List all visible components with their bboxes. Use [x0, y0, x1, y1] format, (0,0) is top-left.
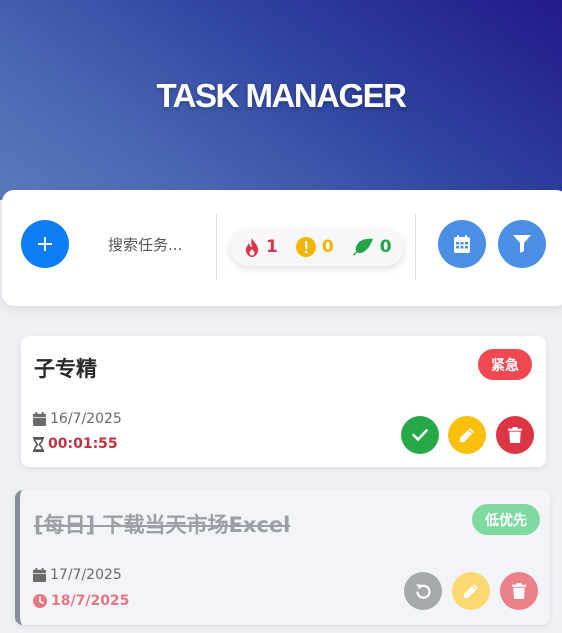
urgent-count-value: 1 — [266, 237, 278, 257]
edit-button[interactable] — [452, 572, 490, 610]
task-card[interactable]: 子专精 紧急 16/7/2025 00:01:55 — [21, 336, 546, 467]
divider — [216, 214, 217, 280]
task-timer-value: 00:01:55 — [48, 436, 118, 452]
edit-button[interactable] — [448, 416, 486, 454]
medium-count-value: 0 — [321, 237, 334, 257]
exclamation-circle-icon — [295, 237, 316, 257]
clock-icon — [33, 594, 47, 608]
task-date-value: 17/7/2025 — [50, 567, 122, 583]
delete-button[interactable] — [500, 572, 538, 610]
filter-button[interactable] — [498, 220, 546, 268]
check-icon — [412, 429, 428, 441]
delete-button[interactable] — [496, 416, 534, 454]
calendar-button[interactable] — [438, 220, 486, 268]
task-due-value: 18/7/2025 — [51, 593, 130, 609]
calendar-icon — [33, 412, 46, 426]
undo-icon — [416, 584, 431, 599]
fire-icon — [246, 237, 258, 257]
search-input[interactable] — [108, 234, 190, 256]
priority-badge: 低优先 — [472, 504, 540, 535]
trash-icon — [512, 583, 526, 599]
priority-badge: 紧急 — [478, 349, 532, 380]
calendar-icon — [33, 568, 46, 582]
urgent-count: 1 — [244, 237, 278, 257]
low-count-value: 0 — [379, 237, 392, 257]
hourglass-icon — [33, 436, 44, 452]
task-title: [每日] 下载当天市场Excel — [34, 513, 291, 537]
task-title: 子专精 — [34, 357, 97, 381]
calendar-icon — [454, 235, 470, 253]
priority-stats: 1 0 0 — [230, 228, 404, 266]
pencil-icon — [460, 428, 474, 442]
medium-count: 0 — [295, 237, 334, 257]
pencil-icon — [464, 584, 478, 598]
trash-icon — [508, 427, 522, 443]
task-due: 18/7/2025 — [33, 593, 129, 609]
task-date-value: 16/7/2025 — [50, 411, 122, 427]
task-date: 17/7/2025 — [33, 567, 122, 583]
task-timer: 00:01:55 — [33, 436, 118, 452]
filter-icon — [513, 235, 531, 253]
undo-button[interactable] — [404, 572, 442, 610]
app-title: TASK MANAGER — [156, 77, 407, 114]
divider — [415, 214, 416, 280]
leaf-icon — [352, 238, 373, 256]
complete-button[interactable] — [401, 416, 439, 454]
app-header: TASK MANAGER — [0, 0, 562, 200]
add-task-button[interactable] — [21, 220, 69, 268]
plus-icon — [38, 237, 52, 251]
task-card[interactable]: [每日] 下载当天市场Excel 低优先 17/7/2025 18/7/2025 — [15, 490, 550, 625]
low-count: 0 — [352, 237, 392, 257]
task-date: 16/7/2025 — [33, 411, 122, 427]
toolbar: 1 0 0 — [2, 190, 562, 306]
